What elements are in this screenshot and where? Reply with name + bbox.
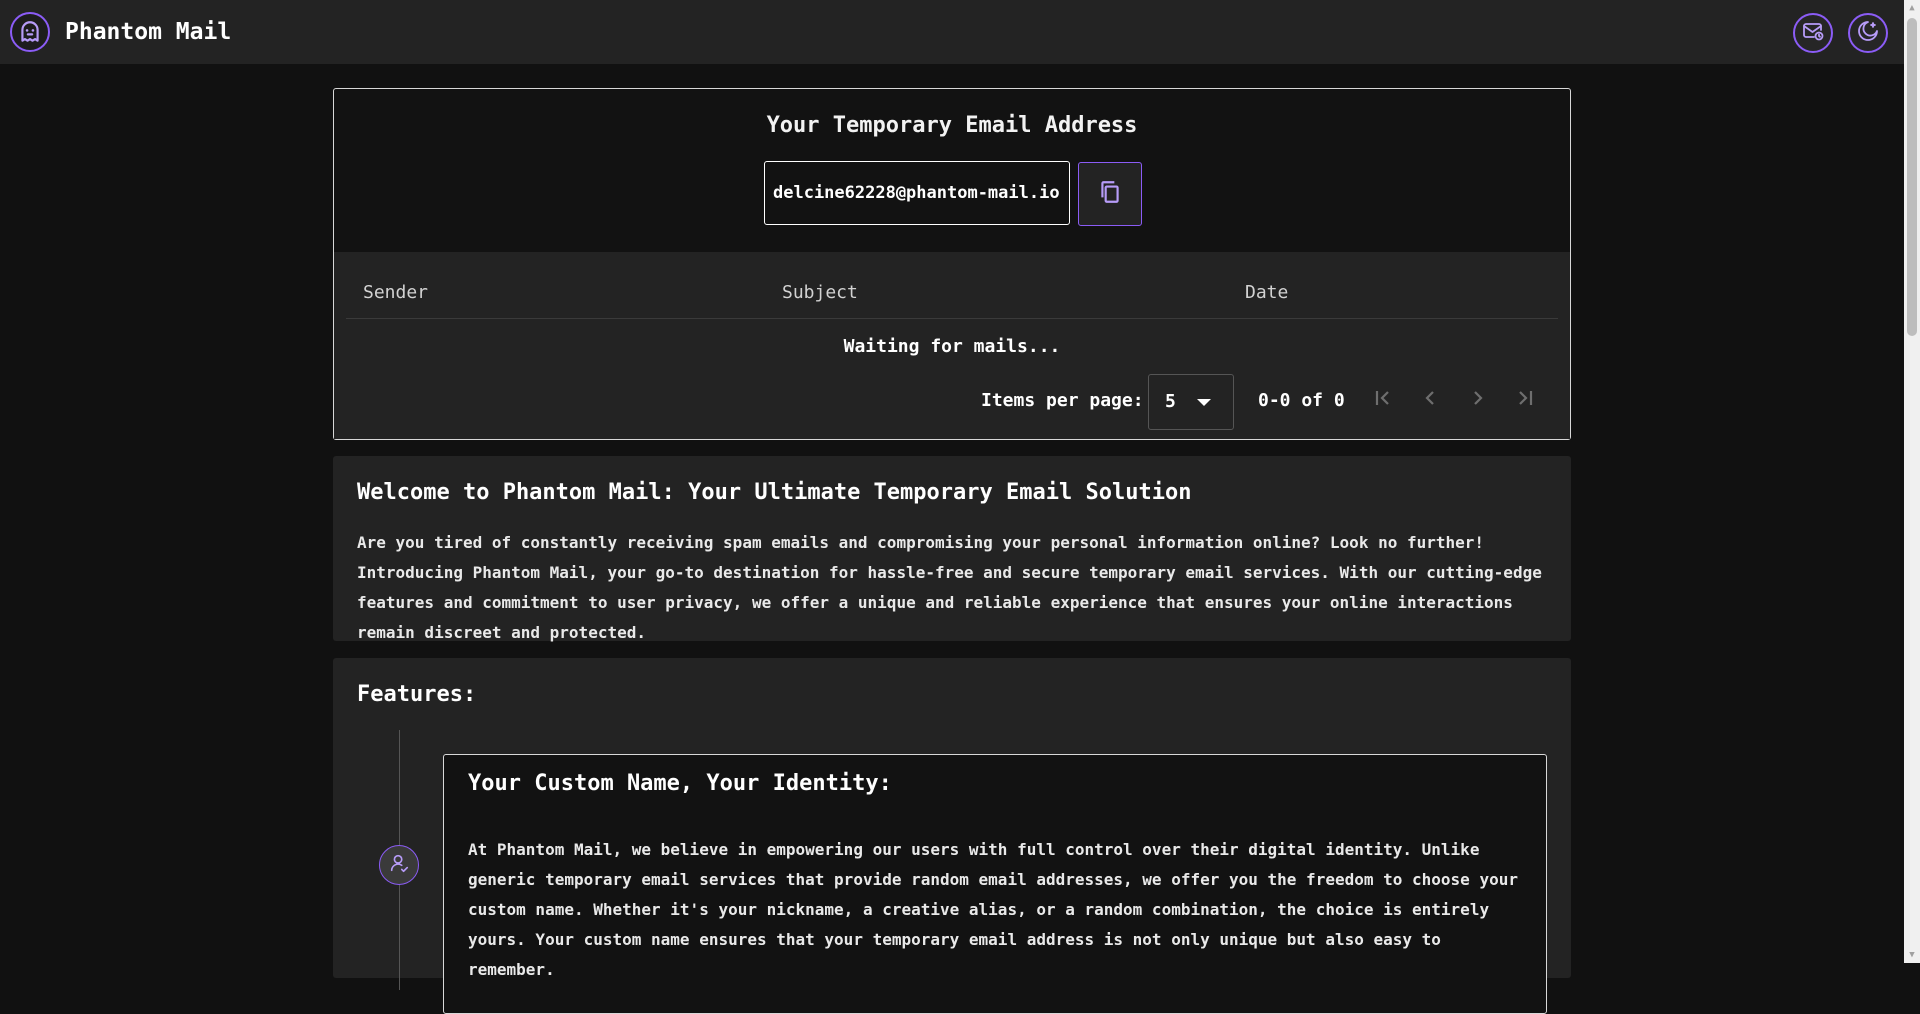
column-header-date[interactable]: Date	[1245, 282, 1288, 303]
table-divider	[346, 318, 1558, 319]
empty-inbox-message: Waiting for mails...	[843, 336, 1061, 357]
copy-icon	[1097, 179, 1123, 209]
scroll-down-arrow-icon[interactable]: ▼	[1904, 947, 1920, 963]
items-per-page-label: Items per page:	[981, 390, 1144, 411]
previous-page-button[interactable]	[1412, 382, 1448, 418]
next-page-button[interactable]	[1460, 382, 1496, 418]
welcome-title: Welcome to Phantom Mail: Your Ultimate T…	[357, 480, 1192, 505]
last-page-icon	[1513, 386, 1537, 414]
chevron-left-icon	[1418, 386, 1442, 414]
mail-clock-icon	[1801, 19, 1825, 47]
temporary-email-card: Your Temporary Email Address Sender Subj…	[333, 88, 1571, 440]
feature-item: Your Custom Name, Your Identity: At Phan…	[443, 754, 1547, 1014]
feature-title: Your Custom Name, Your Identity:	[468, 771, 892, 796]
first-page-button[interactable]	[1365, 382, 1401, 418]
column-header-sender[interactable]: Sender	[363, 282, 428, 303]
ghost-icon[interactable]	[10, 12, 50, 52]
items-per-page-value: 5	[1165, 391, 1176, 412]
column-header-subject[interactable]: Subject	[782, 282, 858, 303]
app-title[interactable]: Phantom Mail	[65, 19, 231, 45]
first-page-icon	[1371, 386, 1395, 414]
mail-table: Sender Subject Date Waiting for mails...…	[334, 252, 1570, 439]
email-card-title: Your Temporary Email Address	[766, 113, 1138, 138]
dropdown-caret-icon	[1197, 399, 1211, 406]
chevron-right-icon	[1466, 386, 1490, 414]
welcome-body: Are you tired of constantly receiving sp…	[357, 533, 1542, 642]
scroll-up-arrow-icon[interactable]: ▲	[1904, 0, 1920, 16]
pagination-range: 0-0 of 0	[1258, 390, 1345, 411]
theme-toggle-button[interactable]	[1848, 13, 1888, 53]
page-scrollbar[interactable]: ▲ ▼	[1904, 0, 1920, 963]
email-address-field[interactable]	[764, 161, 1070, 225]
features-title: Features:	[357, 682, 477, 707]
copy-email-button[interactable]	[1078, 162, 1142, 226]
scrollbar-thumb[interactable]	[1907, 18, 1917, 336]
features-card: Features: Your Custom Name, Your Identit…	[333, 658, 1571, 1014]
top-app-bar: Phantom Mail	[0, 0, 1904, 64]
last-page-button[interactable]	[1507, 382, 1543, 418]
timeline-marker	[379, 845, 419, 885]
welcome-card: Welcome to Phantom Mail: Your Ultimate T…	[333, 456, 1571, 642]
user-check-icon	[388, 852, 410, 878]
mail-clock-button[interactable]	[1793, 13, 1833, 53]
moon-stars-icon	[1856, 19, 1880, 47]
items-per-page-select[interactable]: 5	[1148, 374, 1234, 430]
